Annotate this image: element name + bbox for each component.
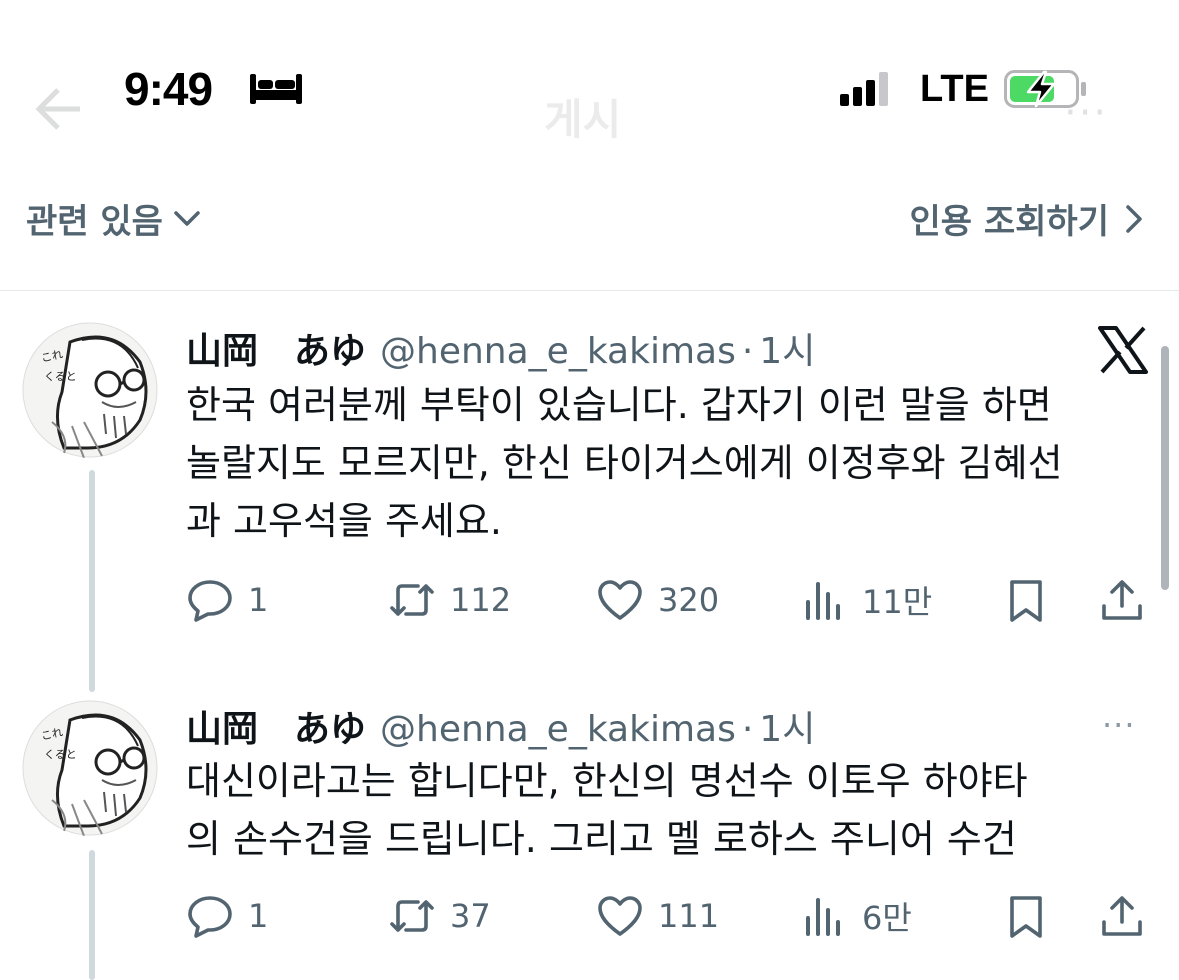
related-label: 관련 있음 — [26, 202, 163, 242]
view-count: 6만 — [862, 899, 912, 937]
repost-count: 37 — [450, 897, 491, 935]
header-title: 게시 — [544, 95, 622, 144]
heart-icon — [598, 896, 642, 936]
share-button[interactable] — [1098, 892, 1146, 940]
divider — [0, 290, 1179, 291]
repost-icon — [390, 584, 434, 616]
separator-dot: · — [741, 331, 754, 372]
bookmark-button[interactable] — [1002, 892, 1050, 940]
like-count: 111 — [658, 897, 720, 935]
bookmark-button[interactable] — [1002, 576, 1050, 624]
tweet-time[interactable]: 1시 — [759, 700, 815, 752]
view-quotes-button[interactable]: 인용 조회하기 — [909, 194, 1143, 243]
reply-button[interactable]: 1 — [186, 892, 268, 940]
bookmark-icon — [1010, 896, 1042, 938]
reply-count: 1 — [248, 897, 269, 935]
tweet-text: 대신이라고는 합니다만, 한신의 명선수 이토우 하야타 의 손수건을 드립니다… — [186, 759, 1028, 861]
chevron-right-icon — [1126, 204, 1142, 233]
reply-count: 1 — [248, 581, 269, 619]
reply-icon — [188, 580, 232, 622]
avatar[interactable]: これ くると — [22, 700, 158, 836]
reply-button[interactable]: 1 — [186, 576, 268, 624]
views-button[interactable]: 6만 — [800, 892, 912, 940]
back-arrow-icon[interactable] — [34, 86, 84, 132]
thread-line — [89, 470, 95, 692]
view-quotes-label: 인용 조회하기 — [909, 202, 1109, 242]
views-chart-icon — [806, 582, 840, 620]
repost-button[interactable]: 112 — [388, 576, 511, 624]
share-icon — [1102, 580, 1142, 620]
tweet-text: 한국 여러분께 부탁이 있습니다. 갑자기 이런 말을 하면 놀랄지도 모르지만… — [186, 383, 1063, 543]
x-logo-icon — [1098, 326, 1148, 374]
reply-icon — [188, 896, 232, 938]
status-time: 9:49 — [124, 63, 213, 115]
display-name[interactable]: 山岡 あゆ — [186, 322, 366, 374]
heart-icon — [598, 580, 642, 620]
like-button[interactable]: 111 — [596, 892, 719, 940]
share-button[interactable] — [1098, 576, 1146, 624]
repost-button[interactable]: 37 — [388, 892, 491, 940]
user-handle[interactable]: @henna_e_kakimas — [380, 709, 736, 750]
avatar[interactable]: これ くると — [22, 322, 158, 458]
tweet-header: 山岡 あゆ @henna_e_kakimas · 1시 — [186, 700, 815, 752]
bookmark-icon — [1010, 580, 1042, 622]
user-handle[interactable]: @henna_e_kakimas — [380, 331, 736, 372]
signal-icon — [840, 72, 888, 106]
tweet-actions: 1 37 111 6만 — [186, 892, 1146, 942]
bed-icon — [250, 74, 302, 104]
like-count: 320 — [658, 581, 720, 619]
tweet-actions: 1 112 320 11만 — [186, 576, 1146, 626]
avatar-illustration: これ くると — [22, 322, 158, 458]
share-icon — [1102, 896, 1142, 936]
svg-text:くると: くると — [44, 370, 77, 383]
tweet-header: 山岡 あゆ @henna_e_kakimas · 1시 — [186, 322, 815, 374]
repost-icon — [390, 900, 434, 932]
separator-dot: · — [741, 709, 754, 750]
chevron-down-icon — [174, 210, 200, 226]
views-chart-icon — [806, 898, 840, 936]
views-button[interactable]: 11만 — [800, 576, 932, 624]
svg-text:くると: くると — [44, 748, 77, 761]
repost-count: 112 — [450, 581, 512, 619]
scrollbar[interactable] — [1161, 346, 1169, 590]
header-more-icon[interactable]: ··· — [1064, 90, 1108, 136]
thread-line — [89, 850, 95, 980]
network-label: LTE — [920, 68, 989, 110]
avatar-illustration: これ くると — [22, 700, 158, 836]
view-count: 11만 — [862, 583, 933, 621]
tweet-time[interactable]: 1시 — [759, 322, 815, 374]
more-options-icon[interactable]: ··· — [1102, 706, 1136, 744]
display-name[interactable]: 山岡 あゆ — [186, 700, 366, 752]
related-sort-button[interactable]: 관련 있음 — [26, 194, 201, 243]
like-button[interactable]: 320 — [596, 576, 719, 624]
